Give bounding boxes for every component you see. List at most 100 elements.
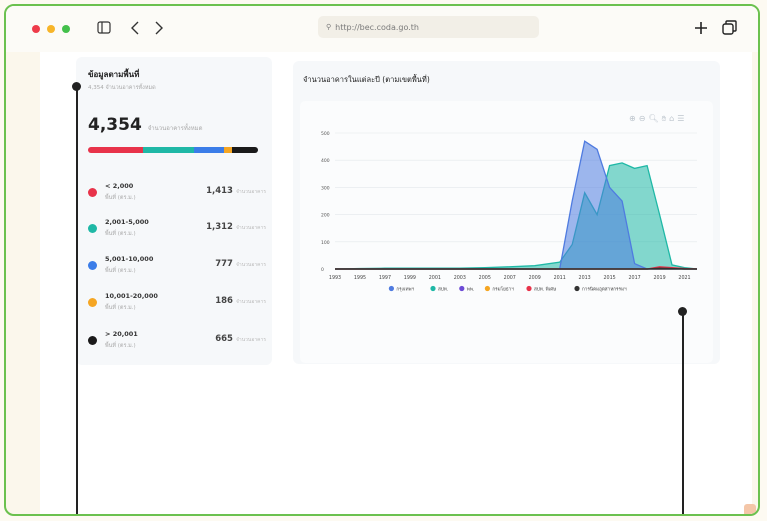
browser-window: ⚲ http://bec.coda.go.th ข้อมูลตามพื้นที่… — [4, 4, 760, 516]
category-value: 1,312 — [206, 222, 233, 232]
browser-toolbar: ⚲ http://bec.coda.go.th — [6, 6, 758, 52]
category-value: 186 — [215, 296, 233, 306]
category-color-dot — [88, 336, 97, 345]
x-tick-label: 2015 — [604, 275, 616, 281]
category-label: 10,001-20,000 — [105, 292, 158, 300]
category-unit: พื้นที่ (ตร.ม.) — [105, 195, 136, 201]
legend-marker — [388, 285, 394, 292]
area-chart: 0 100 200 300 400 500 1993 1995 1997 1999 2001 2003… — [321, 131, 698, 293]
forward-arrow-icon[interactable] — [154, 21, 164, 35]
back-arrow-icon[interactable] — [130, 21, 140, 35]
y-tick-label: 500 — [321, 131, 330, 137]
x-tick-label: 2001 — [429, 275, 441, 281]
legend-label: สปท. — [438, 287, 448, 293]
x-tick-label: 1993 — [329, 275, 341, 281]
callout-line-left — [76, 86, 78, 514]
category-unit: พื้นที่ (ตร.ม.) — [105, 305, 136, 311]
category-row: 10,001-20,000 พื้นที่ (ตร.ม.) 186 จำนวนอ… — [88, 290, 266, 320]
category-count: 1,413 จำนวนอาคาร — [206, 186, 266, 196]
x-tick-label: 1999 — [404, 275, 416, 281]
category-label: < 2,000 — [105, 182, 134, 190]
category-count: 1,312 จำนวนอาคาร — [206, 222, 266, 232]
category-label: 5,001-10,000 — [105, 255, 154, 263]
legend-marker — [459, 285, 465, 292]
legend-marker — [484, 285, 490, 292]
x-tick-label: 2017 — [628, 275, 640, 281]
category-color-dot — [88, 261, 97, 270]
legend-marker — [526, 285, 532, 292]
maximize-window-button[interactable] — [62, 25, 70, 33]
y-tick-label: 400 — [321, 158, 330, 164]
category-value-unit: จำนวนอาคาร — [235, 337, 266, 343]
x-tick-label: 1995 — [354, 275, 366, 281]
share-bar — [88, 147, 258, 153]
y-tick-label: 100 — [321, 240, 330, 246]
legend-label: กรุงเทพฯ — [396, 287, 414, 293]
legend-marker — [430, 285, 436, 292]
share-bar-segment — [88, 147, 144, 153]
x-tick-label: 2007 — [504, 275, 516, 281]
total-value: 4,354 — [88, 115, 142, 135]
x-tick-label: 2013 — [579, 275, 591, 281]
category-count: 186 จำนวนอาคาร — [215, 296, 266, 306]
legend-marker — [574, 285, 580, 292]
x-tick-label: 2021 — [678, 275, 690, 281]
area-summary-panel: ข้อมูลตามพื้นที่ 4,354 จำนวนอาคารทั้งหมด… — [76, 57, 272, 365]
address-bar[interactable]: ⚲ http://bec.coda.go.th — [318, 16, 539, 38]
address-url: http://bec.coda.go.th — [335, 22, 419, 32]
category-value-unit: จำนวนอาคาร — [235, 262, 266, 268]
x-tick-label: 2009 — [529, 275, 541, 281]
sidebar-toggle-icon[interactable] — [97, 21, 111, 34]
panel-subtitle: 4,354 จำนวนอาคารทั้งหมด — [88, 85, 156, 91]
close-window-button[interactable] — [32, 25, 40, 33]
scroll-indicator[interactable] — [744, 504, 756, 514]
legend-label: การนิคมอุตสาหกรรมฯ — [582, 287, 627, 293]
category-count: 665 จำนวนอาคาร — [215, 334, 266, 344]
x-tick-label: 1997 — [379, 275, 391, 281]
y-tick-label: 300 — [321, 185, 330, 191]
y-tick-label: 0 — [321, 267, 324, 273]
callout-line-right — [682, 311, 684, 514]
x-tick-label: 2003 — [454, 275, 466, 281]
category-value-unit: จำนวนอาคาร — [235, 225, 266, 231]
share-bar-segment — [231, 147, 258, 153]
tabs-overview-icon[interactable] — [722, 20, 737, 35]
category-row: < 2,000 พื้นที่ (ตร.ม.) 1,413 จำนวนอาคาร — [88, 180, 266, 210]
x-tick-label: 2011 — [554, 275, 566, 281]
minimize-window-button[interactable] — [47, 25, 55, 33]
category-color-dot — [88, 298, 97, 307]
total-label: จำนวนอาคารทั้งหมด — [147, 125, 203, 132]
panel-title: ข้อมูลตามพื้นที่ — [88, 70, 140, 79]
callout-dot-right — [678, 307, 687, 316]
category-label: > 20,001 — [105, 330, 138, 338]
x-tick-label: 2019 — [653, 275, 665, 281]
category-value: 665 — [215, 334, 233, 344]
category-count: 777 จำนวนอาคาร — [215, 259, 266, 269]
category-value: 1,413 — [206, 186, 233, 196]
total-summary: 4,354 จำนวนอาคารทั้งหมด — [88, 115, 203, 135]
legend-label: พพ. — [467, 287, 475, 293]
share-bar-segment — [143, 147, 195, 153]
share-bar-segment — [194, 147, 225, 153]
legend-label: กรมโยธาฯ — [492, 286, 514, 293]
category-row: > 20,001 พื้นที่ (ตร.ม.) 665 จำนวนอาคาร — [88, 328, 266, 358]
category-label: 2,001-5,000 — [105, 218, 149, 226]
search-icon: ⚲ — [326, 23, 332, 31]
share-bar-segment — [224, 147, 232, 153]
category-value-unit: จำนวนอาคาร — [235, 189, 266, 195]
category-unit: พื้นที่ (ตร.ม.) — [105, 343, 136, 349]
callout-dot-left — [72, 82, 81, 91]
legend-label: สปท. พิเศษ — [534, 287, 556, 293]
x-tick-label: 2005 — [479, 275, 491, 281]
category-row: 2,001-5,000 พื้นที่ (ตร.ม.) 1,312 จำนวนอ… — [88, 216, 266, 246]
category-row: 5,001-10,000 พื้นที่ (ตร.ม.) 777 จำนวนอา… — [88, 253, 266, 283]
page-content: ข้อมูลตามพื้นที่ 4,354 จำนวนอาคารทั้งหมด… — [40, 52, 756, 514]
category-unit: พื้นที่ (ตร.ม.) — [105, 268, 136, 274]
series-area — [335, 162, 697, 269]
y-tick-label: 200 — [321, 213, 330, 219]
category-unit: พื้นที่ (ตร.ม.) — [105, 231, 136, 237]
category-value: 777 — [215, 259, 233, 269]
yearly-chart-panel: จำนวนอาคารในแต่ละปี (ตามเขตพื้นที่) ⊕ ⊖ … — [293, 61, 720, 364]
category-color-dot — [88, 224, 97, 233]
new-tab-icon[interactable] — [694, 21, 708, 35]
